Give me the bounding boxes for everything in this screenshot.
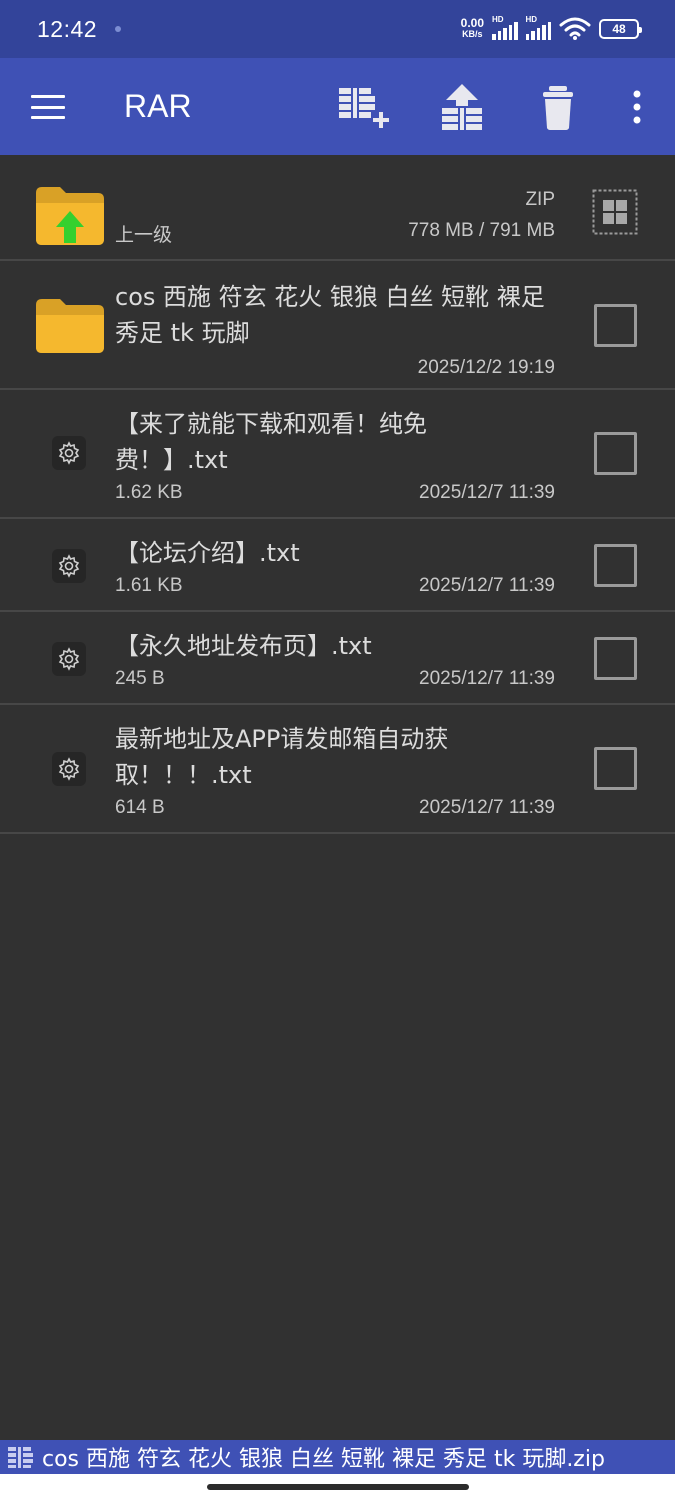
- item-date: 2025/12/7 11:39: [419, 575, 555, 596]
- archive-type: ZIP: [525, 189, 555, 210]
- battery-level: 48: [612, 22, 626, 36]
- navigation-bar: [0, 1474, 675, 1500]
- item-name: 【永久地址发布页】.txt: [115, 632, 372, 660]
- menu-icon[interactable]: [31, 95, 65, 119]
- extract-icon[interactable]: [436, 84, 488, 132]
- network-speed-unit: KB/s: [462, 29, 483, 39]
- item-checkbox[interactable]: [594, 432, 637, 475]
- list-item[interactable]: 【论坛介绍】.txt 1.61 KB 2025/12/7 11:39: [0, 519, 675, 612]
- item-date: 2025/12/7 11:39: [419, 668, 555, 689]
- item-checkbox[interactable]: [594, 747, 637, 790]
- item-name: 【来了就能下载和观看！纯免费！】.txt: [115, 410, 427, 474]
- battery-icon: 48: [599, 19, 642, 39]
- item-checkbox[interactable]: [594, 544, 637, 587]
- file-list: 上一级 ZIP 778 MB / 791 MB cos 西施 符玄 花火 银狼 …: [0, 155, 675, 834]
- list-item[interactable]: 【来了就能下载和观看！纯免费！】.txt 1.62 KB 2025/12/7 1…: [0, 390, 675, 519]
- item-size: 245 B: [115, 668, 165, 689]
- settings-file-icon: [52, 549, 86, 583]
- home-gesture-handle[interactable]: [207, 1484, 469, 1490]
- app-title: RAR: [124, 88, 192, 124]
- parent-folder-label: 上一级: [115, 225, 173, 246]
- settings-file-icon: [52, 642, 86, 676]
- item-name: 最新地址及APP请发邮箱自动获取！！！.txt: [115, 725, 449, 789]
- select-all-icon[interactable]: [592, 189, 638, 235]
- more-vert-icon[interactable]: [615, 84, 659, 132]
- network-speed-value: 0.00: [460, 16, 484, 30]
- item-size: 1.61 KB: [115, 575, 183, 596]
- app-bar: RAR: [0, 58, 675, 155]
- status-bar: 12:42 0.00 KB/s HD HD 48: [0, 0, 675, 58]
- wifi-icon: [559, 17, 591, 40]
- archive-path-bar: cos 西施 符玄 花火 银狼 白丝 短靴 裸足 秀足 tk 玩脚.zip: [0, 1440, 675, 1474]
- item-date: 2025/12/7 11:39: [419, 797, 555, 818]
- item-checkbox[interactable]: [594, 304, 637, 347]
- archive-filename: cos 西施 符玄 花火 银狼 白丝 短靴 裸足 秀足 tk 玩脚.zip: [42, 1447, 605, 1472]
- list-item[interactable]: 最新地址及APP请发邮箱自动获取！！！.txt 614 B 2025/12/7 …: [0, 705, 675, 834]
- signal-icon: HD: [492, 15, 518, 40]
- folder-up-icon: [36, 187, 104, 245]
- list-item[interactable]: 【永久地址发布页】.txt 245 B 2025/12/7 11:39: [0, 612, 675, 705]
- item-size: 614 B: [115, 797, 165, 818]
- archive-icon: [8, 1447, 33, 1468]
- delete-icon[interactable]: [533, 84, 585, 132]
- folder-icon: [36, 299, 104, 353]
- item-size: 1.62 KB: [115, 482, 183, 503]
- add-to-archive-icon[interactable]: [337, 84, 389, 132]
- settings-file-icon: [52, 436, 86, 470]
- settings-file-icon: [52, 752, 86, 786]
- clock: 12:42: [37, 15, 98, 42]
- item-date: 2025/12/2 19:19: [417, 357, 555, 378]
- item-checkbox[interactable]: [594, 637, 637, 680]
- item-name: cos 西施 符玄 花火 银狼 白丝 短靴 裸足 秀足 tk 玩脚: [115, 283, 545, 347]
- network-speed: 0.00 KB/s: [460, 16, 484, 40]
- item-name: 【论坛介绍】.txt: [115, 539, 300, 567]
- archive-size: 778 MB / 791 MB: [408, 220, 555, 241]
- item-date: 2025/12/7 11:39: [419, 482, 555, 503]
- list-item[interactable]: cos 西施 符玄 花火 银狼 白丝 短靴 裸足 秀足 tk 玩脚 2025/1…: [0, 261, 675, 390]
- signal-icon: HD: [525, 15, 551, 40]
- notification-dot-icon: [115, 26, 122, 32]
- signal-hd-label: HD: [525, 15, 538, 24]
- signal-hd-label: HD: [492, 15, 504, 24]
- parent-folder-row[interactable]: 上一级 ZIP 778 MB / 791 MB: [0, 155, 675, 261]
